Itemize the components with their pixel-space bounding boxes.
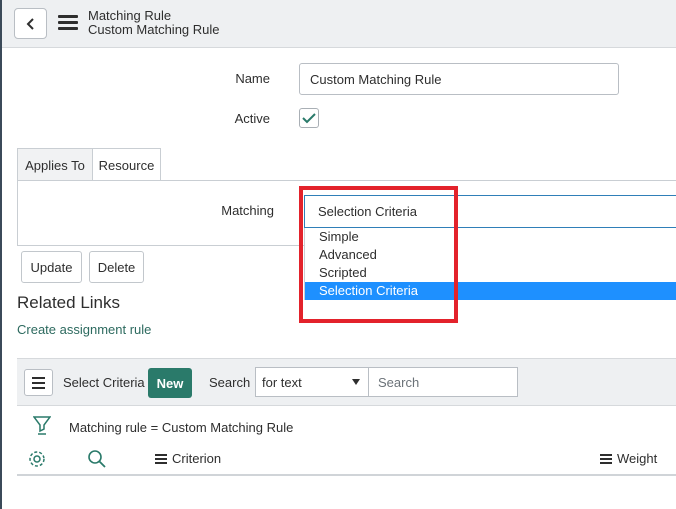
header-subtitle: Custom Matching Rule bbox=[88, 22, 220, 37]
option-advanced[interactable]: Advanced bbox=[305, 246, 676, 264]
name-value: Custom Matching Rule bbox=[310, 71, 442, 87]
matching-label: Matching bbox=[221, 203, 274, 218]
column-weight[interactable]: Weight bbox=[600, 451, 657, 466]
list-menu-button[interactable] bbox=[24, 369, 53, 396]
column-divider bbox=[17, 474, 676, 476]
search-label: Search bbox=[209, 375, 251, 390]
column-menu-icon bbox=[600, 453, 612, 465]
form-header: Matching Rule Custom Matching Rule bbox=[2, 0, 676, 48]
search-icon[interactable] bbox=[87, 449, 107, 469]
back-button[interactable] bbox=[14, 8, 47, 39]
option-selection-criteria[interactable]: Selection Criteria bbox=[305, 282, 676, 300]
name-label: Name bbox=[235, 71, 270, 86]
name-input[interactable]: Custom Matching Rule bbox=[299, 63, 619, 95]
checkmark-icon bbox=[302, 113, 316, 124]
option-scripted[interactable]: Scripted bbox=[305, 264, 676, 282]
delete-button[interactable]: Delete bbox=[89, 251, 144, 283]
create-assignment-rule-link[interactable]: Create assignment rule bbox=[17, 322, 151, 337]
matching-select[interactable]: Selection Criteria bbox=[304, 195, 676, 228]
column-criterion[interactable]: Criterion bbox=[155, 451, 221, 466]
header-title: Matching Rule bbox=[88, 8, 172, 23]
column-criterion-label: Criterion bbox=[172, 451, 222, 466]
new-button[interactable]: New bbox=[148, 368, 192, 398]
tab-applies-to[interactable]: Applies To bbox=[17, 148, 93, 181]
active-checkbox[interactable] bbox=[299, 108, 319, 128]
column-weight-label: Weight bbox=[617, 451, 658, 466]
update-button[interactable]: Update bbox=[21, 251, 82, 283]
hamburger-menu-icon[interactable] bbox=[58, 15, 78, 31]
tab-applies-to-label: Applies To bbox=[25, 157, 85, 173]
active-label: Active bbox=[234, 111, 270, 126]
related-links-title: Related Links bbox=[17, 293, 121, 312]
tab-resource-label: Resource bbox=[98, 157, 155, 173]
search-input[interactable]: Search bbox=[368, 367, 518, 397]
caret-down-icon bbox=[352, 379, 360, 385]
search-type-select[interactable]: for text bbox=[255, 367, 369, 397]
search-placeholder: Search bbox=[378, 374, 420, 390]
list-title: Select Criteria bbox=[63, 375, 145, 390]
option-simple[interactable]: Simple bbox=[305, 228, 676, 246]
filter-breadcrumb: Matching rule = Custom Matching Rule bbox=[69, 420, 294, 435]
gear-icon[interactable] bbox=[27, 449, 47, 469]
matching-dropdown: Simple Advanced Scripted Selection Crite… bbox=[304, 228, 676, 300]
filter-icon[interactable] bbox=[33, 415, 51, 437]
column-menu-icon bbox=[155, 453, 167, 465]
matching-selected-value: Selection Criteria bbox=[318, 204, 417, 219]
chevron-left-icon bbox=[26, 17, 34, 30]
tab-resource[interactable]: Resource bbox=[92, 148, 161, 181]
left-edge-bar bbox=[0, 0, 2, 509]
search-type-value: for text bbox=[262, 374, 302, 390]
related-list-toolbar: Select Criteria New Search for text Sear… bbox=[17, 358, 676, 406]
